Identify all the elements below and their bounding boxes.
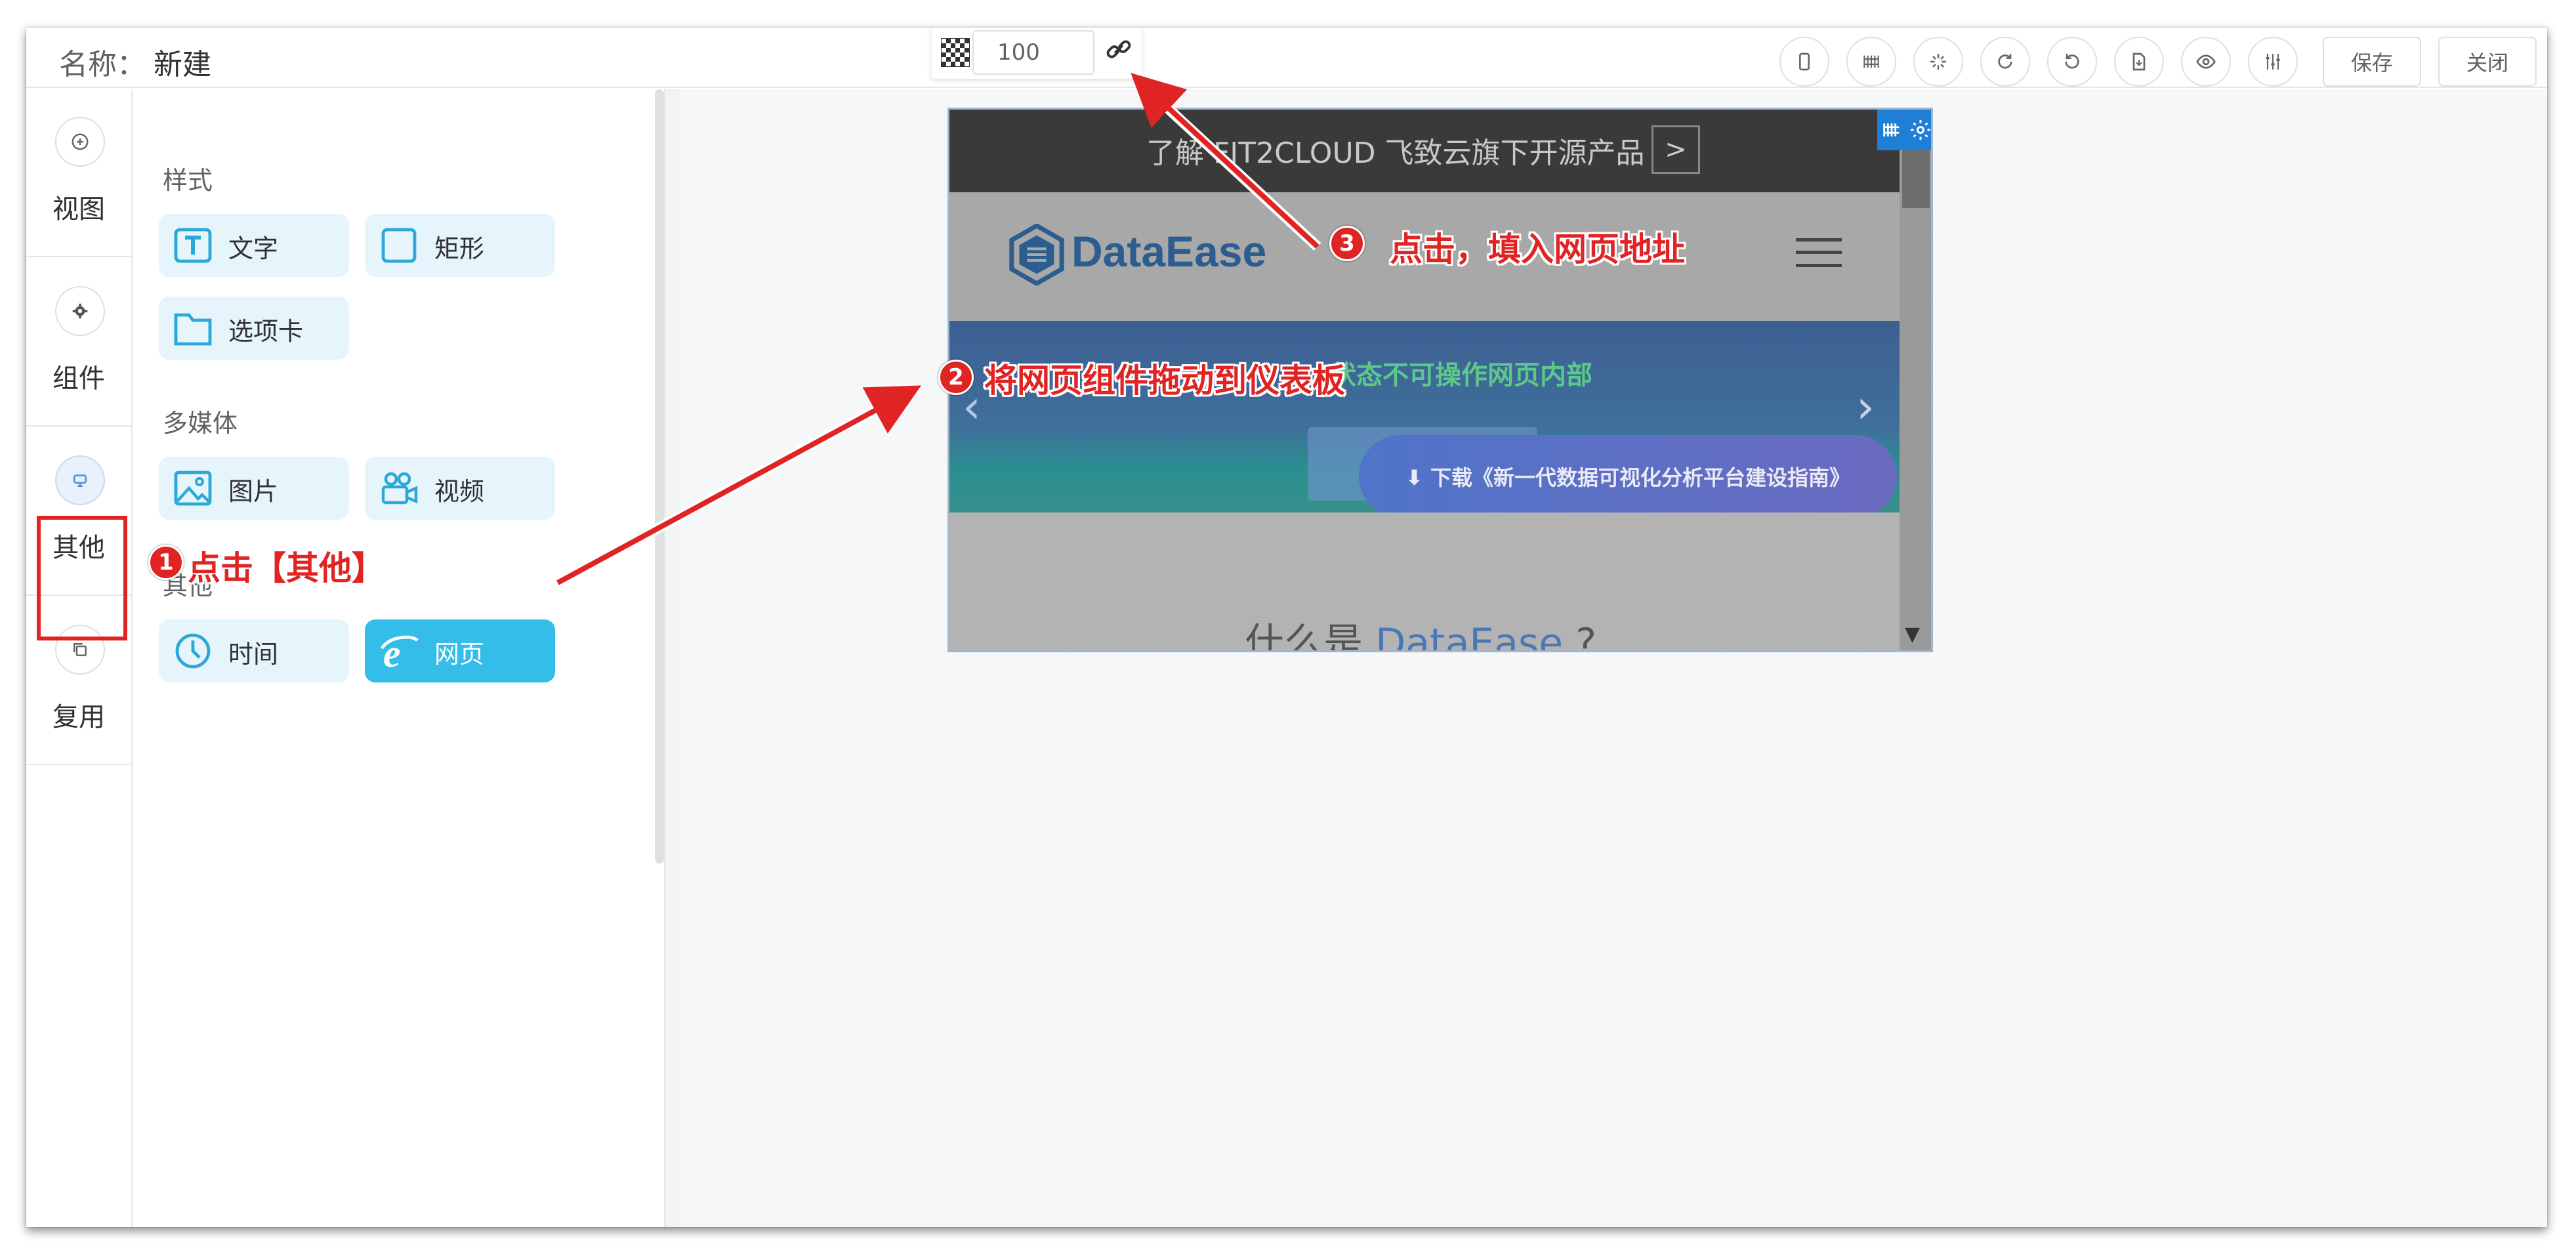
webpage-top-banner-text: 了解 FIT2CLOUD 飞致云旗下开源产品 — [1146, 136, 1645, 170]
screenshot-root: 名称： 新建 100 保存 关闭 视图 组件 其他 复用 样式 文字 矩形 选项… — [0, 0, 2576, 1256]
opacity-toolbar: 100 — [932, 28, 1142, 79]
carousel-next-icon: › — [1856, 380, 1875, 434]
undo-icon[interactable] — [2047, 37, 2097, 87]
component-image-label: 图片 — [228, 477, 279, 506]
mobile-icon[interactable] — [1779, 37, 1829, 87]
rail-label-view: 视图 — [52, 194, 105, 224]
rail-item-component[interactable]: 组件 — [26, 259, 131, 427]
component-text-label: 文字 — [228, 234, 279, 263]
step-1-text: 点击【其他】 — [188, 549, 384, 587]
panel-scrollbar[interactable] — [655, 89, 664, 864]
transparency-icon[interactable] — [941, 38, 970, 67]
rectangle-icon — [381, 228, 417, 263]
rail-item-view[interactable]: 视图 — [26, 89, 131, 257]
preview-eye-icon[interactable] — [2181, 37, 2231, 87]
webpage-lower-section: 什么是 DataEase ? — [949, 513, 1900, 652]
editor-window: 名称： 新建 100 保存 关闭 视图 组件 其他 复用 样式 文字 矩形 选项… — [26, 28, 2547, 1227]
webpage-top-banner-button: > — [1652, 125, 1700, 174]
link-icon[interactable] — [1104, 34, 1134, 64]
dataease-logo-icon — [1009, 224, 1064, 285]
tab-folder-icon — [174, 313, 212, 346]
save-button[interactable]: 保存 — [2323, 37, 2421, 87]
webpage-download-button: ⬇ 下载《新一代数据可视化分析平台建设指南》 — [1359, 435, 1897, 518]
section-title-style: 样式 — [163, 166, 213, 195]
scroll-down-icon[interactable]: ▼ — [1905, 623, 1920, 646]
magic-icon[interactable] — [1913, 37, 1963, 87]
adjust-icon[interactable] — [2248, 37, 2298, 87]
text-icon — [174, 228, 212, 263]
grid-icon[interactable] — [1846, 37, 1896, 87]
close-button[interactable]: 关闭 — [2438, 37, 2537, 87]
section-title-media: 多媒体 — [163, 409, 238, 438]
dashboard-name[interactable]: 新建 — [154, 41, 211, 83]
hamburger-menu-icon — [1796, 238, 1842, 267]
component-tab[interactable]: 选项卡 — [159, 297, 349, 360]
clock-icon — [175, 633, 211, 669]
rail-label-component: 组件 — [52, 364, 105, 394]
component-rectangle-label: 矩形 — [434, 234, 485, 263]
heading-prefix: 什么是 — [1245, 620, 1376, 652]
component-text[interactable]: 文字 — [159, 214, 349, 277]
rail-label-reuse: 复用 — [52, 702, 105, 732]
gear-icon — [55, 286, 105, 336]
heading-suffix: ? — [1563, 620, 1597, 652]
step-1-badge: 1 — [148, 545, 184, 580]
component-panel: 样式 文字 矩形 选项卡 多媒体 图片 视频 其他 时间 e 网页 — [133, 89, 664, 1227]
step-3-text: 点击，填入网页地址 — [1390, 230, 1685, 268]
panel-divider — [664, 89, 680, 1227]
webpage-hero-banner: ‹ › 状态不可操作网页内部 ⬇ 下载《新一代数据可视化分析平台建设指南》 — [949, 321, 1900, 518]
webpage-scroll-thumb[interactable] — [1902, 149, 1930, 208]
opacity-input[interactable]: 100 — [972, 30, 1094, 75]
export-icon[interactable] — [2114, 37, 2164, 87]
webpage-what-is-heading: 什么是 DataEase ? — [1245, 611, 1597, 652]
webpage-top-banner: 了解 FIT2CLOUD 飞致云旗下开源产品 > — [949, 110, 1900, 192]
step-2-badge: 2 — [938, 360, 974, 395]
component-time-label: 时间 — [228, 640, 279, 669]
highlight-other-box — [37, 516, 127, 640]
left-rail: 视图 组件 其他 复用 — [26, 89, 133, 1227]
image-icon — [174, 471, 212, 506]
component-image[interactable]: 图片 — [159, 457, 349, 520]
component-video[interactable]: 视频 — [365, 457, 555, 520]
redo-icon[interactable] — [1980, 37, 2030, 87]
video-icon — [381, 472, 418, 505]
webpage-banner-note: 状态不可操作网页内部 — [1330, 360, 1592, 390]
top-bar: 名称： 新建 100 保存 关闭 — [26, 28, 2547, 88]
component-video-label: 视频 — [434, 477, 485, 506]
webpage-logo-text: DataEase — [1071, 227, 1267, 276]
plus-circle-icon — [55, 117, 105, 167]
heading-brand: DataEase — [1375, 620, 1564, 652]
ie-browser-icon: e — [380, 633, 419, 669]
gear-settings-icon[interactable] — [1909, 118, 1932, 142]
step-2-text: 将网页组件拖动到仪表板 — [984, 362, 1345, 400]
component-webpage-label: 网页 — [434, 640, 485, 669]
component-settings[interactable] — [1877, 110, 1932, 150]
component-rectangle[interactable]: 矩形 — [365, 214, 555, 277]
component-webpage[interactable]: e 网页 — [365, 619, 555, 682]
grid-settings-icon[interactable] — [1880, 119, 1903, 141]
component-time[interactable]: 时间 — [159, 619, 349, 682]
step-3-badge: 3 — [1329, 226, 1365, 261]
name-label: 名称： — [59, 48, 146, 81]
component-tab-label: 选项卡 — [228, 317, 304, 346]
other-icon — [55, 455, 105, 505]
